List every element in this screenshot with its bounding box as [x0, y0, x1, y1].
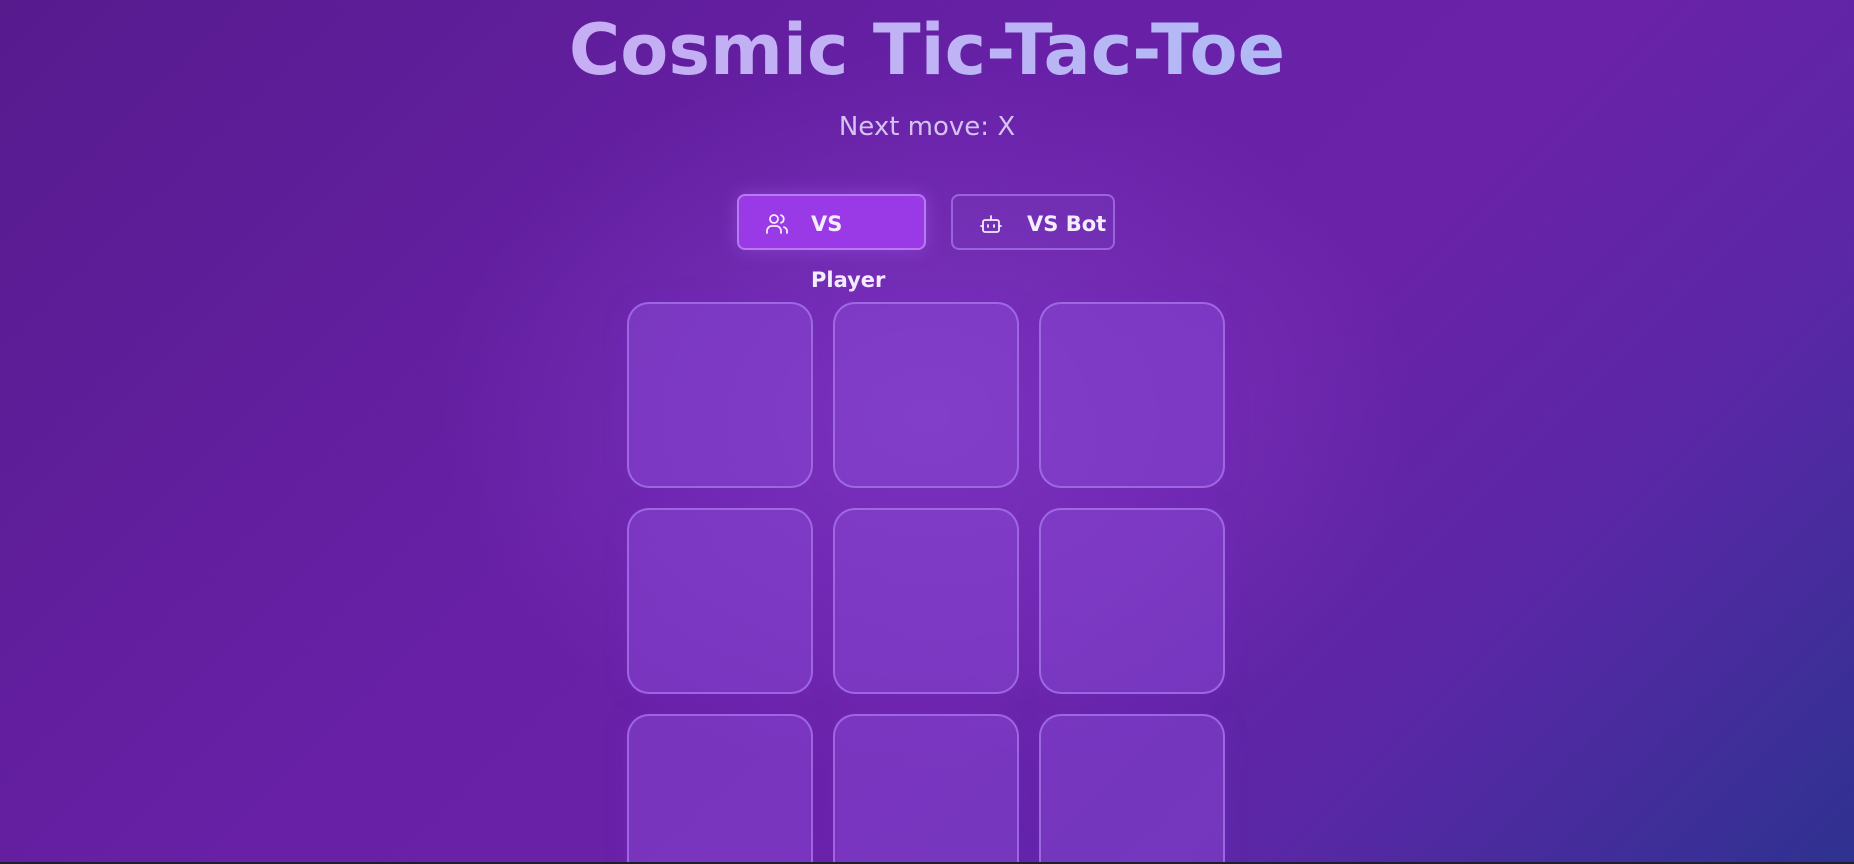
users-icon	[765, 212, 789, 236]
board-cell-9[interactable]	[1039, 714, 1225, 864]
board-cell-6[interactable]	[1039, 508, 1225, 694]
page-title: Cosmic Tic-Tac-Toe	[0, 8, 1854, 92]
game-screen: Cosmic Tic-Tac-Toe Next move: X VS Playe…	[0, 0, 1854, 864]
board-cell-1[interactable]	[627, 302, 813, 488]
bot-icon	[979, 212, 1003, 236]
mode-selector: VS Player VS Bot	[0, 194, 1854, 292]
board-cell-4[interactable]	[627, 508, 813, 694]
board-cell-5[interactable]	[833, 508, 1019, 694]
board-cell-7[interactable]	[627, 714, 813, 864]
board-cell-3[interactable]	[1039, 302, 1225, 488]
vs-bot-button[interactable]: VS Bot	[951, 194, 1115, 250]
board-cell-8[interactable]	[833, 714, 1019, 864]
turn-status: Next move: X	[838, 112, 1016, 142]
game-board	[627, 302, 1227, 864]
vs-player-label: VS Player	[811, 212, 886, 292]
vs-bot-label: VS Bot	[1027, 212, 1107, 236]
board-cell-2[interactable]	[833, 302, 1019, 488]
vs-player-button[interactable]: VS Player	[737, 194, 926, 292]
